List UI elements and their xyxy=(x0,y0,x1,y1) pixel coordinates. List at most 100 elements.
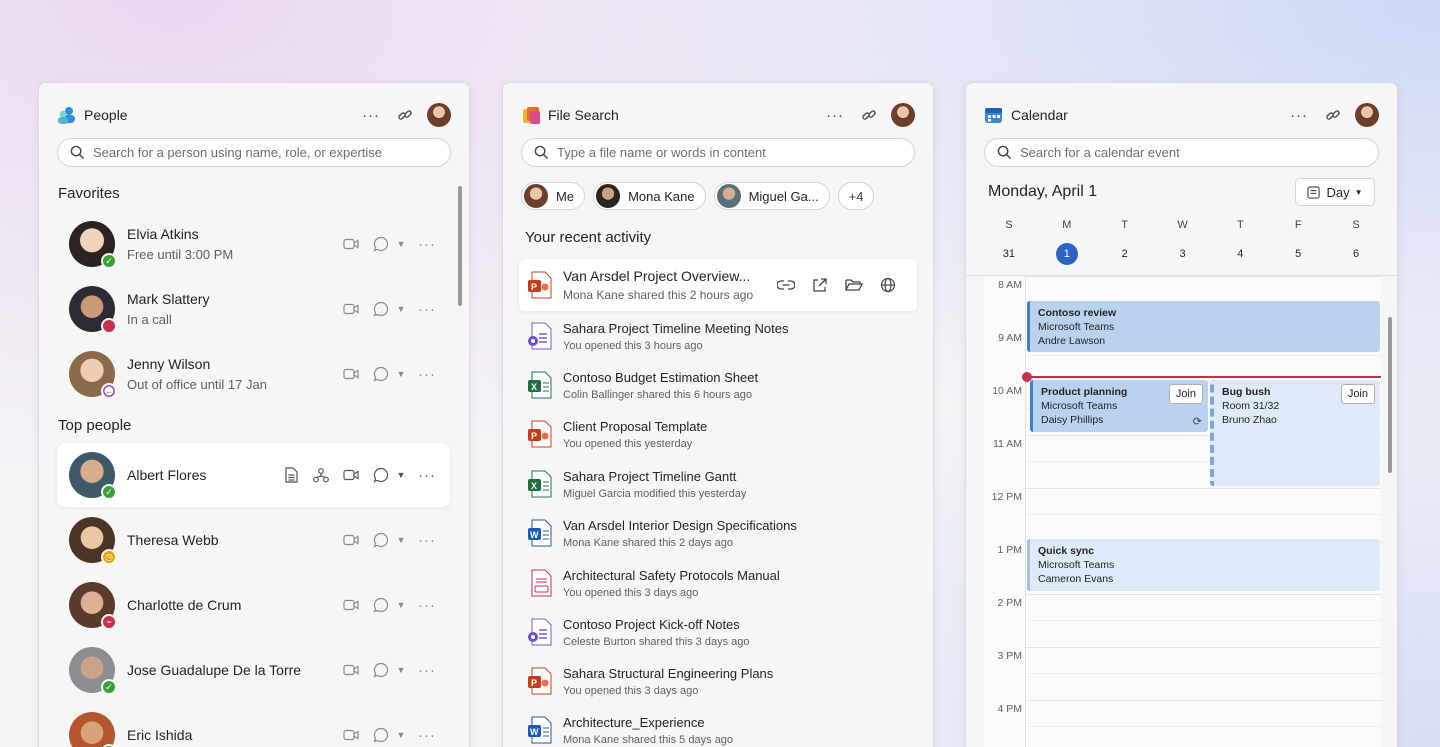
filter-chip-miguel[interactable]: Miguel Ga... xyxy=(713,182,830,210)
chat-icon[interactable] xyxy=(370,594,392,616)
person-name: Charlotte de Crum xyxy=(127,597,242,613)
file-row[interactable]: Sahara Project Timeline Meeting Notes You… xyxy=(519,311,917,361)
week-day[interactable]: F5 xyxy=(1269,219,1327,265)
file-row[interactable]: X Contoso Budget Estimation Sheet Colin B… xyxy=(519,360,917,410)
calendar-event[interactable]: Contoso review Microsoft Teams Andre Law… xyxy=(1027,301,1380,352)
chevron-down-icon[interactable]: ▼ xyxy=(394,594,408,616)
more-options-button[interactable]: ··· xyxy=(416,594,438,616)
video-call-icon[interactable] xyxy=(340,659,362,681)
people-filter-chips: Me Mona Kane Miguel Ga... +4 xyxy=(521,182,882,210)
week-day[interactable]: T2 xyxy=(1096,219,1154,265)
people-search[interactable] xyxy=(57,138,451,167)
video-call-icon[interactable] xyxy=(340,233,362,255)
people-header: People ··· xyxy=(57,103,451,127)
filter-chip-me[interactable]: Me xyxy=(521,182,586,210)
org-chart-icon[interactable] xyxy=(310,464,332,486)
out-of-office-status-icon: ← xyxy=(101,383,117,399)
calendar-event[interactable]: Bug bush Room 31/32 Bruno Zhao Join xyxy=(1210,380,1380,486)
people-search-input[interactable] xyxy=(93,145,450,160)
link-icon[interactable] xyxy=(857,103,881,127)
chevron-down-icon[interactable]: ▼ xyxy=(394,363,408,385)
chat-icon[interactable] xyxy=(370,724,392,746)
video-call-icon[interactable] xyxy=(340,298,362,320)
chevron-down-icon[interactable]: ▼ xyxy=(394,298,408,320)
file-row[interactable]: W Architecture_Experience Mona Kane share… xyxy=(519,705,917,747)
file-search-input[interactable] xyxy=(557,145,914,160)
chevron-down-icon[interactable]: ▼ xyxy=(394,724,408,746)
view-selector[interactable]: Day ▼ xyxy=(1295,178,1375,206)
chat-icon[interactable] xyxy=(370,529,392,551)
file-row[interactable]: Architectural Safety Protocols Manual You… xyxy=(519,558,917,608)
hour-label: 3 PM xyxy=(997,650,1022,662)
person-row[interactable]: ✓ Jose Guadalupe De la Torre ▼ ··· xyxy=(57,638,450,702)
person-row[interactable]: ← Jenny Wilson Out of office until 17 Jan… xyxy=(57,342,450,406)
join-button[interactable]: Join xyxy=(1340,384,1375,404)
calendar-event[interactable]: Product planning Microsoft Teams Daisy P… xyxy=(1030,380,1208,432)
person-row[interactable]: ✓ Eric Ishida ▼ ··· xyxy=(57,703,450,747)
week-day[interactable]: T4 xyxy=(1211,219,1269,265)
more-options-button[interactable]: ··· xyxy=(359,103,383,127)
file-row[interactable]: P Client Proposal Template You opened thi… xyxy=(519,409,917,459)
link-icon[interactable] xyxy=(1321,103,1345,127)
video-call-icon[interactable] xyxy=(340,363,362,385)
join-button[interactable]: Join xyxy=(1168,384,1203,404)
more-options-button[interactable]: ··· xyxy=(416,529,438,551)
globe-icon[interactable] xyxy=(877,274,899,296)
file-search[interactable] xyxy=(521,138,915,167)
more-options-button[interactable]: ··· xyxy=(416,298,438,320)
chat-icon[interactable] xyxy=(370,464,392,486)
week-day[interactable]: W3 xyxy=(1154,219,1212,265)
week-day[interactable]: M1 xyxy=(1038,219,1096,265)
chat-icon[interactable] xyxy=(370,298,392,320)
more-options-button[interactable]: ··· xyxy=(416,724,438,746)
person-row[interactable]: ◷ Theresa Webb ▼ ··· xyxy=(57,508,450,572)
file-row[interactable]: P Sahara Structural Engineering Plans You… xyxy=(519,656,917,706)
week-day[interactable]: S6 xyxy=(1327,219,1385,265)
user-avatar[interactable] xyxy=(427,103,451,127)
link-icon[interactable] xyxy=(393,103,417,127)
chevron-down-icon[interactable]: ▼ xyxy=(394,529,408,551)
calendar-search-input[interactable] xyxy=(1020,145,1378,160)
filter-chip-more[interactable]: +4 xyxy=(837,182,875,210)
person-row[interactable]: − Charlotte de Crum ▼ ··· xyxy=(57,573,450,637)
week-day[interactable]: S 31 xyxy=(980,219,1038,265)
file-name: Contoso Budget Estimation Sheet xyxy=(563,369,759,385)
more-options-button[interactable]: ··· xyxy=(416,363,438,385)
more-options-button[interactable]: ··· xyxy=(416,464,438,486)
chat-icon[interactable] xyxy=(370,233,392,255)
filter-chip-mona-kane[interactable]: Mona Kane xyxy=(593,182,706,210)
user-avatar[interactable] xyxy=(1355,103,1379,127)
chevron-down-icon[interactable]: ▼ xyxy=(394,464,408,486)
more-options-button[interactable]: ··· xyxy=(416,233,438,255)
file-activity: Colin Ballinger shared this 6 hours ago xyxy=(563,388,752,401)
video-call-icon[interactable] xyxy=(340,464,362,486)
chevron-down-icon[interactable]: ▼ xyxy=(394,659,408,681)
video-call-icon[interactable] xyxy=(340,529,362,551)
person-row[interactable]: Mark Slattery In a call ▼ ··· xyxy=(57,277,450,341)
document-icon[interactable] xyxy=(280,464,302,486)
chevron-down-icon[interactable]: ▼ xyxy=(394,233,408,255)
user-avatar[interactable] xyxy=(891,103,915,127)
calendar-event[interactable]: Quick sync Microsoft Teams Cameron Evans xyxy=(1027,539,1380,591)
open-folder-icon[interactable] xyxy=(843,274,865,296)
file-row[interactable]: W Van Arsdel Interior Design Specificati… xyxy=(519,508,917,558)
copy-link-icon[interactable] xyxy=(775,274,797,296)
file-row[interactable]: X Sahara Project Timeline Gantt Miguel Ga… xyxy=(519,459,917,509)
more-options-button[interactable]: ··· xyxy=(416,659,438,681)
file-row[interactable]: P Van Arsdel Project Overview... Mona Kan… xyxy=(519,259,917,311)
scrollbar-thumb[interactable] xyxy=(1388,317,1392,473)
chat-icon[interactable] xyxy=(370,363,392,385)
chat-icon[interactable] xyxy=(370,659,392,681)
video-call-icon[interactable] xyxy=(340,594,362,616)
scrollbar-thumb[interactable] xyxy=(458,186,462,306)
person-row[interactable]: ✓ Albert Flores ▼ ··· xyxy=(57,443,450,507)
more-options-button[interactable]: ··· xyxy=(1287,103,1311,127)
file-row[interactable]: Contoso Project Kick-off Notes Celeste Bu… xyxy=(519,607,917,657)
calendar-search[interactable] xyxy=(984,138,1379,167)
person-row[interactable]: ✓ Elvia Atkins Free until 3:00 PM ▼ ··· xyxy=(57,212,450,276)
hour-label: 12 PM xyxy=(991,491,1022,503)
share-icon[interactable] xyxy=(809,274,831,296)
video-call-icon[interactable] xyxy=(340,724,362,746)
weekday-letter: S xyxy=(1352,219,1360,231)
more-options-button[interactable]: ··· xyxy=(823,103,847,127)
